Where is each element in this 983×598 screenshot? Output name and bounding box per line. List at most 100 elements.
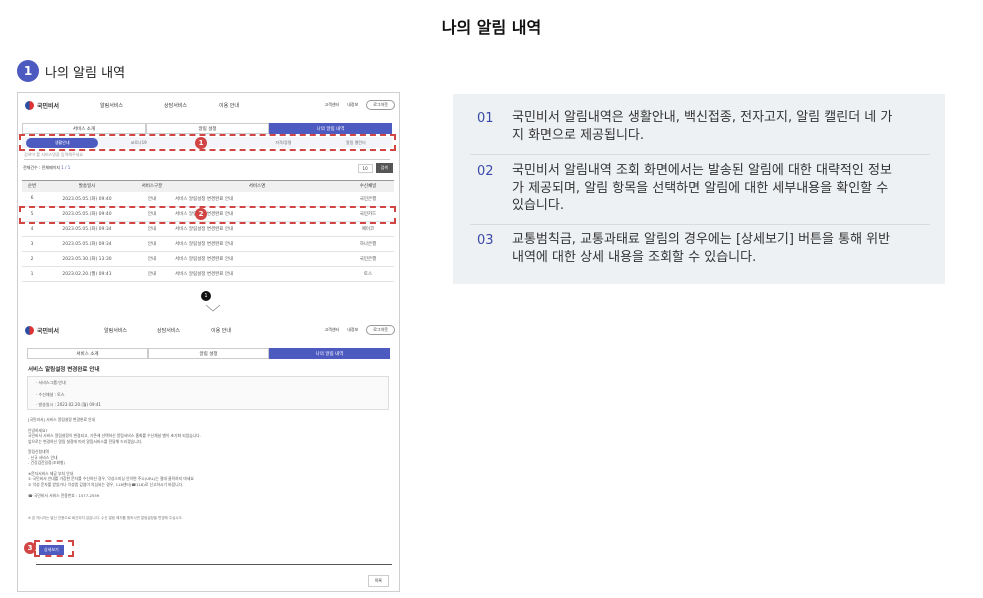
- shot-table-cell: 국민은행: [342, 251, 394, 267]
- shot-tab: 서비스 소개: [22, 123, 146, 134]
- shot-alert-table: 순번 발송일시 서비스구분 서비스명 수신채널 6 2023.05.05.(화) …: [22, 180, 394, 282]
- shot-table-cell: 1: [22, 266, 42, 282]
- shot-table-row: 3 2023.05.05.(화) 09:34 안내 서비스 알림설정 변경완료 안내 하…: [22, 236, 394, 252]
- shot-tab: 서비스 소개: [27, 348, 148, 359]
- shot-table-cell: 서비스 알림설정 변경완료 안내: [172, 191, 342, 207]
- shot-header-top: 국민비서 알림서비스 상담서비스 이용 안내 고객센터 내정보 로그아웃: [18, 95, 399, 115]
- example-screenshot: 국민비서 알림서비스 상담서비스 이용 안내 고객센터 내정보 로그아웃 서비스…: [17, 92, 400, 592]
- shot-table-cell: 안내: [132, 191, 172, 207]
- highlight-box-2: [19, 206, 396, 224]
- description-text: 국민비서 알림내역 조회 화면에서는 발송된 알림에 대한 대략적인 정보가 제…: [512, 163, 892, 213]
- shot-info-row: · 서비스그룹:안내: [36, 380, 66, 385]
- section-number-badge: 1: [17, 60, 39, 82]
- shot-util: 고객센터 내정보 로그아웃: [316, 100, 395, 110]
- shot-nav-item: 알림서비스: [104, 327, 128, 334]
- shot-util-item: 내정보: [347, 327, 359, 332]
- description-panel: 01 국민비서 알림내역은 생활안내, 백신접종, 전자고지, 알림 캘린더 네…: [453, 94, 945, 284]
- shot-util-item: 내정보: [347, 102, 359, 107]
- shot-table-cell: 안내: [132, 236, 172, 252]
- shot-table-cell: 토스: [342, 266, 394, 282]
- shot-table-cell: 국민은행: [342, 191, 394, 207]
- description-number: 03: [477, 233, 494, 248]
- shot-info-row: · 수신채널 : 토스: [36, 392, 65, 397]
- marker-2-badge: 2: [195, 208, 207, 220]
- section-label: 나의 알림 내역: [45, 65, 126, 81]
- shot-nav-item: 이용 안내: [219, 102, 239, 109]
- shot-header-bottom: 국민비서 알림서비스 상담서비스 이용 안내 고객센터 내정보 로그아웃: [18, 320, 399, 340]
- shot-nav-item: 이용 안내: [211, 327, 231, 334]
- shot-table-cell: 2023.05.05.(화) 09:34: [42, 236, 132, 252]
- shot-page-size-select: 10: [357, 163, 373, 173]
- marker-3-badge: 3: [24, 542, 36, 554]
- shot-nav-item: 상담서비스: [164, 102, 188, 109]
- shot-total-value: 1 / 1: [61, 165, 71, 170]
- shot-detail-info-box: · 서비스그룹:안내 · 수신채널 : 토스 · 발송일시 : 2023.02.…: [27, 376, 389, 410]
- description-item: 01 국민비서 알림내역은 생활안내, 백신접종, 전자고지, 알림 캘린더 네…: [477, 109, 930, 144]
- shot-nav: 알림서비스 상담서비스 이용 안내: [104, 327, 231, 334]
- shot-logout-button: 로그아웃: [366, 325, 395, 335]
- shot-tabs-top: 서비스 소개 알림 설정 나의 알림 내역: [22, 123, 392, 134]
- description-item: 02 국민비서 알림내역 조회 화면에서는 발송된 알림에 대한 대략적인 정보…: [477, 162, 930, 215]
- shot-logo: 국민비서: [25, 100, 60, 110]
- shot-util-item: 고객센터: [324, 102, 340, 107]
- shot-table-cell: 서비스 알림설정 변경완료 안내: [172, 266, 342, 282]
- description-divider: [470, 224, 930, 225]
- shot-util: 고객센터 내정보 로그아웃: [316, 325, 395, 335]
- shot-tab: 알림 설정: [146, 123, 269, 134]
- shot-tab-active: 나의 알림 내역: [269, 123, 392, 134]
- description-divider: [470, 154, 930, 155]
- shot-col-header: 발송일시: [42, 180, 132, 192]
- shot-table-cell: 안내: [132, 266, 172, 282]
- shot-col-header: 서비스구분: [132, 180, 172, 192]
- shot-logout-button: 로그아웃: [366, 100, 395, 110]
- chevron-down-icon: [205, 304, 221, 312]
- shot-col-header: 서비스명: [172, 180, 342, 192]
- shot-table-cell: 안내: [132, 251, 172, 267]
- shot-table-cell: 서비스 알림설정 변경완료 안내: [172, 236, 342, 252]
- shot-tab: 알림 설정: [148, 348, 269, 359]
- description-text: 교통범칙금, 교통과태료 알림의 경우에는 [상세보기] 버튼을 통해 위반 내…: [512, 232, 891, 265]
- shot-nav-item: 상담서비스: [157, 327, 181, 334]
- shot-nav-item: 알림서비스: [100, 102, 124, 109]
- shot-table-cell: 6: [22, 191, 42, 207]
- shot-list-button: 목록: [367, 575, 389, 587]
- shot-divider: [36, 564, 392, 565]
- shot-table-cell: 2: [22, 251, 42, 267]
- shot-table-row: 2 2023.05.30.(화) 13:30 안내 서비스 알림설정 변경완료 안내 국…: [22, 251, 394, 267]
- shot-tabs-bottom: 서비스 소개 알림 설정 나의 알림 내역: [27, 348, 390, 359]
- description-text: 국민비서 알림내역은 생활안내, 백신접종, 전자고지, 알림 캘린더 네 가지…: [512, 110, 893, 143]
- shot-search-input: 검색어 를 서비스명을 입력해주세요: [24, 152, 390, 160]
- marker-1-badge: 1: [195, 137, 207, 149]
- shot-detail-body: [국민비서] 서비스 알림설정 변경완료 안내 안녕하세요? 국민비서 서비스 …: [28, 417, 201, 498]
- description-number: 02: [477, 164, 494, 179]
- shot-controls: 10 검색: [357, 163, 393, 173]
- step-marker-badge: 1: [201, 291, 211, 301]
- government-logo-icon: [25, 100, 34, 110]
- shot-nav: 알림서비스 상담서비스 이용 안내: [100, 102, 239, 109]
- shot-table-header: 순번 발송일시 서비스구분 서비스명 수신채널: [22, 180, 394, 192]
- shot-table-cell: 2023.02.20.(월) 09:41: [42, 266, 132, 282]
- shot-search-button: 검색: [375, 163, 393, 173]
- shot-logo-text: 국민비서: [37, 327, 60, 335]
- shot-util-item: 고객센터: [324, 327, 340, 332]
- highlight-box-1: [19, 134, 396, 151]
- page-title: 나의 알림 내역: [441, 18, 542, 37]
- shot-table-cell: 2023.05.30.(화) 13:30: [42, 251, 132, 267]
- shot-logo: 국민비서: [25, 325, 60, 335]
- shot-detail-title: 서비스 알림설정 변경완료 안내: [28, 367, 100, 373]
- description-item: 03 교통범칙금, 교통과태료 알림의 경우에는 [상세보기] 버튼을 통해 위…: [477, 231, 930, 266]
- shot-detail-button: 상세보기: [39, 545, 64, 555]
- shot-tab-active: 나의 알림 내역: [269, 348, 390, 359]
- shot-logo-text: 국민비서: [37, 102, 60, 110]
- shot-col-header: 수신채널: [342, 180, 394, 192]
- shot-info-row: · 발송일시 : 2023.02.20.(월) 09:41: [36, 402, 101, 407]
- shot-table-row: 6 2023.05.05.(화) 09:40 안내 서비스 알림설정 변경완료 안내 국…: [22, 191, 394, 207]
- shot-col-header: 순번: [22, 180, 42, 192]
- government-logo-icon: [25, 325, 34, 335]
- shot-total-count: 전체건수 : 전체페이지 1 / 1: [23, 165, 70, 171]
- section-heading: 1 나의 알림 내역: [17, 60, 125, 82]
- shot-detail-note: ※ 본 메시지는 발신 전용으로 회신되지 않습니다. 수신 알림 해지를 원하…: [28, 516, 183, 520]
- shot-table-cell: 2023.05.05.(화) 09:40: [42, 191, 132, 207]
- description-number: 01: [477, 111, 494, 126]
- shot-table-row: 1 2023.02.20.(월) 09:41 안내 서비스 알림설정 변경완료 안내 토…: [22, 266, 394, 282]
